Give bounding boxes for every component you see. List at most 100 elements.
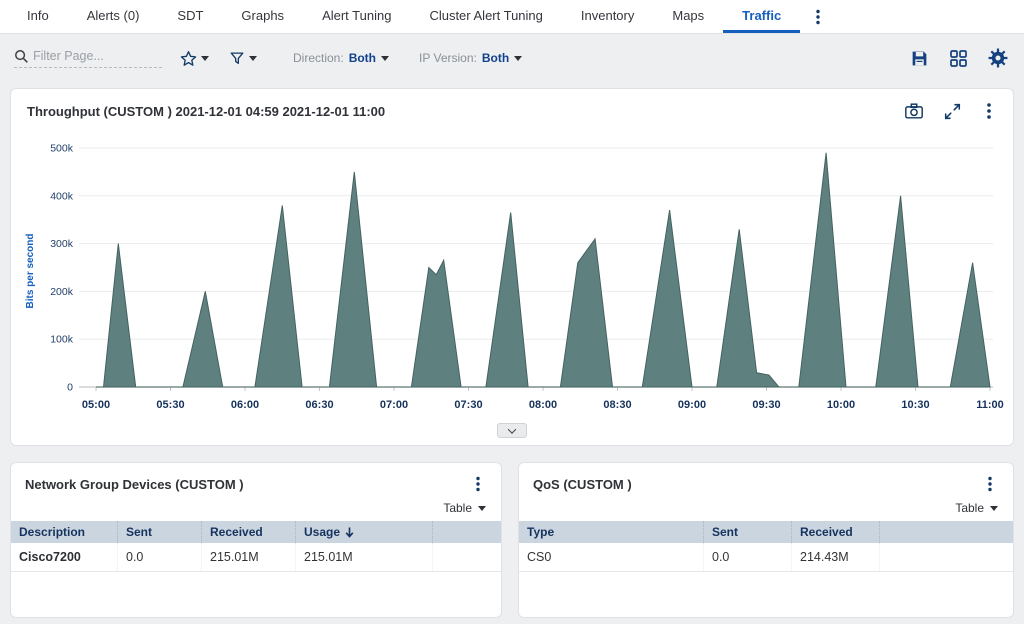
qos-col-received[interactable]: Received: [792, 521, 880, 543]
svg-text:06:00: 06:00: [231, 399, 259, 411]
devices-card-title: Network Group Devices (CUSTOM ): [25, 477, 244, 492]
devices-view-select[interactable]: Table: [11, 501, 501, 521]
svg-text:05:30: 05:30: [156, 399, 184, 411]
filter-dropdown-button[interactable]: [227, 48, 259, 68]
kebab-icon: [983, 475, 997, 493]
kebab-icon: [981, 101, 997, 121]
devices-view-label: Table: [443, 501, 472, 515]
svg-text:11:00: 11:00: [976, 399, 1004, 411]
tab-sdt[interactable]: SDT: [158, 0, 222, 33]
qos-table: Type Sent Received CS0 0.0 214.43M: [519, 521, 1013, 572]
expand-icon: [944, 103, 961, 120]
tab-maps[interactable]: Maps: [653, 0, 723, 33]
snapshot-button[interactable]: [904, 102, 924, 120]
qos-card: QoS (CUSTOM ) Table Type Sent Received: [518, 462, 1014, 618]
qos-received-cell: 214.43M: [792, 543, 880, 571]
qos-card-title: QoS (CUSTOM ): [533, 477, 632, 492]
throughput-chart[interactable]: 0100k200k300k400k500k05:0005:3006:0006:3…: [23, 133, 1009, 423]
save-icon: [910, 49, 929, 68]
device-traffic-page: Info Alerts (0) SDT Graphs Alert Tuning …: [0, 0, 1024, 624]
tab-bar: Info Alerts (0) SDT Graphs Alert Tuning …: [0, 0, 1024, 34]
grid-icon: [949, 49, 968, 68]
qos-view-label: Table: [955, 501, 984, 515]
kebab-icon: [810, 8, 826, 26]
devices-col-usage[interactable]: Usage: [296, 521, 433, 543]
devices-col-filler: [433, 521, 501, 543]
filter-page-input[interactable]: [33, 49, 153, 63]
svg-text:08:30: 08:30: [603, 399, 631, 411]
svg-text:300k: 300k: [50, 238, 74, 250]
device-description-cell: Cisco7200: [11, 543, 118, 571]
devices-col-sent[interactable]: Sent: [118, 521, 202, 543]
devices-col-received[interactable]: Received: [202, 521, 296, 543]
svg-text:07:30: 07:30: [454, 399, 482, 411]
svg-text:100k: 100k: [50, 334, 74, 346]
direction-label: Direction:: [293, 51, 344, 65]
kebab-icon: [471, 475, 485, 493]
tab-graphs[interactable]: Graphs: [222, 0, 303, 33]
qos-sent-cell: 0.0: [704, 543, 792, 571]
ip-version-dropdown[interactable]: IP Version: Both: [419, 51, 522, 65]
caret-down-icon: [990, 506, 998, 511]
star-icon: [180, 50, 197, 67]
tab-inventory[interactable]: Inventory: [562, 0, 653, 33]
table-row[interactable]: Cisco7200 0.0 215.01M 215.01M: [11, 543, 501, 572]
svg-text:200k: 200k: [50, 286, 74, 298]
svg-text:0: 0: [67, 382, 73, 394]
qos-type-cell: CS0: [519, 543, 704, 571]
device-usage-cell: 215.01M: [296, 543, 433, 571]
tab-alerts[interactable]: Alerts (0): [68, 0, 159, 33]
direction-dropdown[interactable]: Direction: Both: [293, 51, 389, 65]
collapse-chart-button[interactable]: [497, 423, 527, 438]
tab-info[interactable]: Info: [8, 0, 68, 33]
throughput-card-header: Throughput (CUSTOM ) 2021-12-01 04:59 20…: [11, 89, 1013, 133]
page-toolbar: Direction: Both IP Version: Both: [0, 34, 1024, 82]
svg-text:06:30: 06:30: [305, 399, 333, 411]
svg-text:08:00: 08:00: [529, 399, 557, 411]
devices-col-description[interactable]: Description: [11, 521, 118, 543]
filter-page-field: [14, 49, 162, 68]
tab-cluster-alert-tuning[interactable]: Cluster Alert Tuning: [410, 0, 561, 33]
network-group-devices-card: Network Group Devices (CUSTOM ) Table De…: [10, 462, 502, 618]
direction-value: Both: [349, 51, 376, 65]
nav-overflow-menu[interactable]: [800, 0, 836, 33]
caret-down-icon: [381, 56, 389, 61]
expand-button[interactable]: [944, 103, 961, 120]
svg-text:09:30: 09:30: [752, 399, 780, 411]
search-icon: [14, 49, 29, 64]
caret-down-icon: [249, 56, 257, 61]
caret-down-icon: [514, 56, 522, 61]
caret-down-icon: [478, 506, 486, 511]
throughput-card: Throughput (CUSTOM ) 2021-12-01 04:59 20…: [10, 88, 1014, 446]
tab-alert-tuning[interactable]: Alert Tuning: [303, 0, 410, 33]
device-filler-cell: [433, 543, 501, 571]
table-row[interactable]: CS0 0.0 214.43M: [519, 543, 1013, 572]
svg-text:500k: 500k: [50, 143, 74, 155]
svg-text:09:00: 09:00: [678, 399, 706, 411]
throughput-card-title: Throughput (CUSTOM ) 2021-12-01 04:59 20…: [27, 104, 385, 119]
settings-button[interactable]: [986, 46, 1010, 70]
save-button[interactable]: [908, 47, 931, 70]
devices-table: Description Sent Received Usage Cisco720…: [11, 521, 501, 572]
svg-text:07:00: 07:00: [380, 399, 408, 411]
qos-col-type[interactable]: Type: [519, 521, 704, 543]
svg-text:400k: 400k: [50, 190, 74, 202]
tab-traffic[interactable]: Traffic: [723, 0, 800, 33]
qos-view-select[interactable]: Table: [519, 501, 1013, 521]
svg-text:10:30: 10:30: [901, 399, 929, 411]
devices-card-menu-button[interactable]: [469, 473, 487, 495]
qos-card-menu-button[interactable]: [981, 473, 999, 495]
svg-text:10:00: 10:00: [827, 399, 855, 411]
sort-desc-icon: [345, 527, 354, 538]
qos-col-sent[interactable]: Sent: [704, 521, 792, 543]
grid-view-button[interactable]: [947, 47, 970, 70]
svg-text:Bits per second: Bits per second: [25, 233, 36, 308]
chart-menu-button[interactable]: [981, 101, 997, 121]
gear-icon: [988, 48, 1008, 68]
chevron-down-icon: [508, 425, 516, 433]
favorites-dropdown-button[interactable]: [178, 48, 211, 69]
device-received-cell: 215.01M: [202, 543, 296, 571]
filter-icon: [229, 50, 245, 66]
ip-version-label: IP Version:: [419, 51, 477, 65]
ip-version-value: Both: [482, 51, 509, 65]
